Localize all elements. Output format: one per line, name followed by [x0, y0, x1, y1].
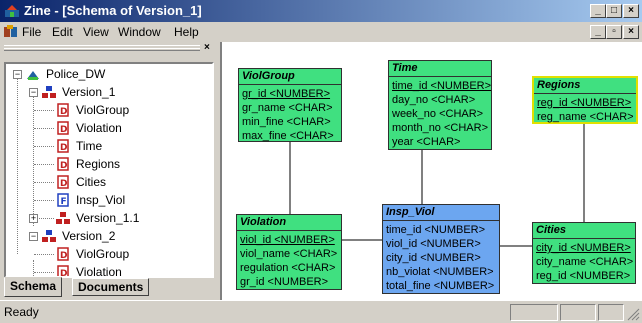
svg-text:D: D	[60, 107, 67, 117]
status-cell	[598, 304, 624, 321]
entity-violgroup[interactable]: ViolGroup gr_id <NUMBER> gr_name <CHAR> …	[238, 68, 342, 142]
tree-line	[34, 164, 54, 165]
entity-time[interactable]: Time time_id <NUMBER> day_no <CHAR> week…	[388, 60, 492, 150]
tree-line	[34, 272, 54, 273]
entity-attribute: day_no <CHAR>	[392, 94, 476, 106]
schema-panel: × − Police_DW − Version_1 D ViolGroup D …	[0, 42, 218, 300]
tree-line	[34, 146, 54, 147]
entity-attribute: city_name <CHAR>	[536, 256, 634, 268]
fact-insp-viol[interactable]: Insp_Viol time_id <NUMBER> viol_id <NUMB…	[382, 204, 500, 294]
tree-line	[33, 96, 34, 226]
dimension-icon: D	[57, 139, 69, 153]
entity-attribute: viol_id <NUMBER>	[240, 234, 335, 246]
entity-attribute: regulation <CHAR>	[240, 262, 336, 274]
version-icon	[42, 86, 56, 98]
mdi-close-button[interactable]: ×	[623, 25, 639, 39]
tree-line	[34, 200, 54, 201]
dimension-icon: D	[57, 121, 69, 135]
tree-line	[33, 260, 34, 276]
entity-attribute: max_fine <CHAR>	[242, 130, 334, 142]
collapse-toggle[interactable]: −	[13, 70, 22, 79]
tree-line	[34, 182, 54, 183]
dimension-icon: D	[57, 157, 69, 171]
entity-attribute: gr_id <NUMBER>	[242, 88, 331, 100]
expand-toggle[interactable]: +	[29, 214, 38, 223]
close-button[interactable]: ×	[623, 4, 639, 18]
svg-text:D: D	[60, 143, 67, 153]
fact-icon: F	[57, 193, 69, 207]
dimension-icon: D	[57, 175, 69, 189]
window-title: Zine - [Schema of Version_1]	[24, 3, 202, 18]
menu-help[interactable]: Help	[174, 25, 199, 39]
entity-name: Regions	[534, 78, 636, 94]
entity-attribute: city_id <NUMBER>	[536, 242, 631, 254]
entity-violation[interactable]: Violation viol_id <NUMBER> viol_name <CH…	[236, 214, 342, 290]
tree-line	[34, 254, 54, 255]
panel-tabs: Schema Documents	[0, 277, 218, 300]
database-icon	[27, 71, 39, 80]
svg-text:D: D	[60, 251, 67, 261]
entity-name: ViolGroup	[239, 69, 341, 85]
entity-attribute: city_id <NUMBER>	[386, 252, 481, 264]
mdi-minimize-button[interactable]: _	[590, 25, 606, 39]
maximize-button[interactable]: □	[606, 4, 622, 18]
entity-attribute: reg_id <NUMBER>	[536, 270, 631, 282]
svg-text:D: D	[60, 179, 67, 189]
entity-name: Insp_Viol	[383, 205, 499, 221]
dimension-icon: D	[57, 247, 69, 261]
svg-text:D: D	[60, 161, 67, 171]
entity-name: Cities	[533, 223, 635, 239]
resize-grip-icon[interactable]	[626, 307, 640, 321]
entity-attribute: viol_name <CHAR>	[240, 248, 338, 260]
collapse-toggle[interactable]: −	[29, 88, 38, 97]
menu-view[interactable]: View	[83, 25, 109, 39]
svg-text:D: D	[60, 125, 67, 135]
collapse-toggle[interactable]: −	[29, 232, 38, 241]
tree-line	[34, 128, 54, 129]
schema-tree[interactable]: − Police_DW − Version_1 D ViolGroup D Vi…	[4, 62, 214, 278]
document-icon[interactable]	[3, 25, 19, 38]
status-cell	[560, 304, 596, 321]
zine-app-icon[interactable]	[4, 4, 20, 18]
entity-attribute: reg_name <CHAR>	[537, 111, 634, 123]
tab-documents[interactable]: Documents	[72, 278, 150, 296]
mdi-restore-button[interactable]: ▫	[606, 25, 622, 39]
svg-text:F: F	[61, 197, 67, 207]
panel-grip-line	[4, 48, 200, 51]
entity-attribute: reg_id <NUMBER>	[537, 97, 632, 109]
tree-line	[39, 218, 54, 219]
dimension-icon: D	[57, 103, 69, 117]
entity-cities[interactable]: Cities city_id <NUMBER> city_name <CHAR>…	[532, 222, 636, 284]
entity-regions[interactable]: Regions reg_id <NUMBER> reg_name <CHAR>	[532, 76, 638, 124]
status-bar: Ready	[0, 300, 642, 323]
status-cell	[510, 304, 558, 321]
panel-close-icon[interactable]: ×	[204, 42, 210, 53]
menu-file[interactable]: File	[22, 25, 41, 39]
title-bar: Zine - [Schema of Version_1] _ □ ×	[0, 0, 642, 22]
version-icon	[42, 230, 56, 242]
entity-attribute: time_id <NUMBER>	[386, 224, 486, 236]
entity-attribute: year <CHAR>	[392, 136, 461, 148]
entity-attribute: month_no <CHAR>	[392, 122, 488, 134]
entity-name: Violation	[237, 215, 341, 231]
entity-name: Time	[389, 61, 491, 77]
entity-attribute: min_fine <CHAR>	[242, 116, 331, 128]
menu-window[interactable]: Window	[118, 25, 161, 39]
tree-line	[17, 78, 18, 254]
entity-attribute: total_fine <NUMBER>	[386, 280, 495, 292]
entity-attribute: nb_violat <NUMBER>	[386, 266, 494, 278]
entity-attribute: viol_id <NUMBER>	[386, 238, 481, 250]
entity-attribute: gr_name <CHAR>	[242, 102, 333, 114]
tab-schema[interactable]: Schema	[4, 277, 63, 297]
schema-canvas[interactable]: ViolGroup gr_id <NUMBER> gr_name <CHAR> …	[220, 42, 642, 300]
minimize-button[interactable]: _	[590, 4, 606, 18]
version-icon	[56, 212, 70, 224]
menu-bar: File Edit View Window Help _ ▫ ×	[0, 22, 642, 42]
menu-edit[interactable]: Edit	[52, 25, 73, 39]
status-text: Ready	[4, 305, 39, 319]
entity-attribute: time_id <NUMBER>	[392, 80, 492, 92]
entity-attribute: gr_id <NUMBER>	[240, 276, 329, 288]
tree-line	[34, 110, 54, 111]
entity-attribute: week_no <CHAR>	[392, 108, 484, 120]
